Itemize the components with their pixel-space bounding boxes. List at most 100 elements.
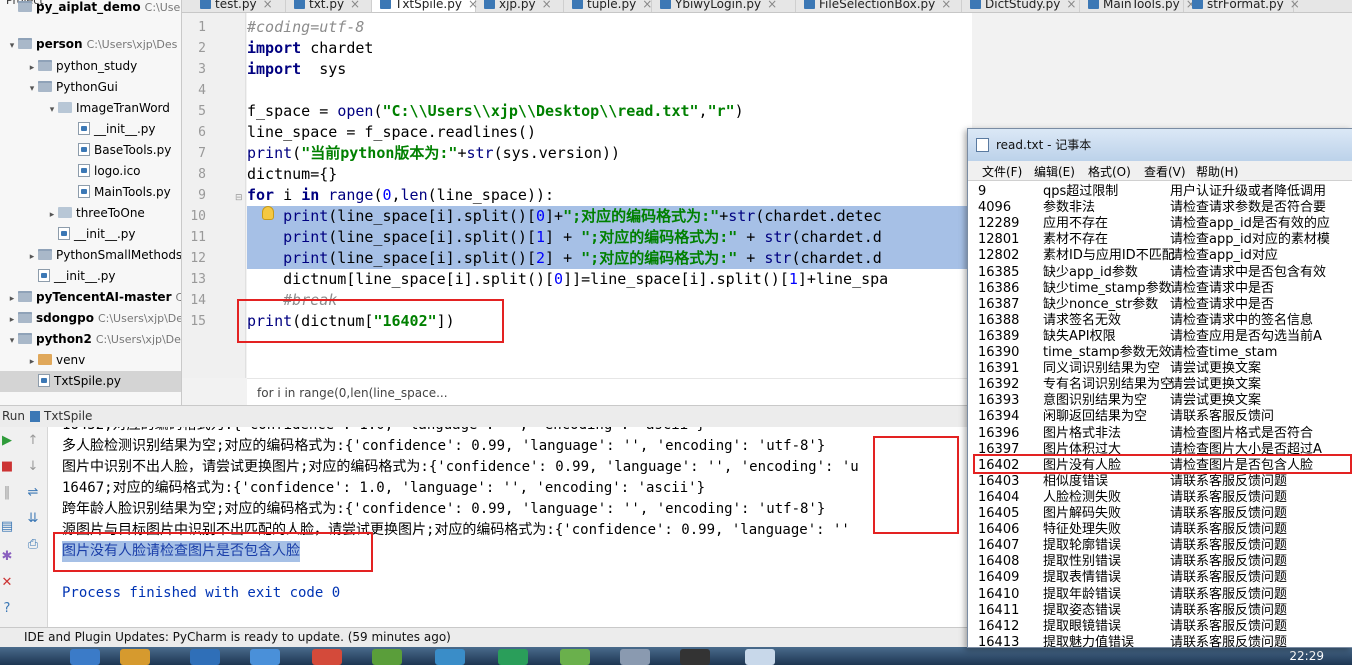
soft-wrap-icon[interactable]: ⇌ — [26, 486, 40, 499]
taskbar-app-icon[interactable] — [250, 649, 280, 665]
close-icon[interactable]: ✕ — [0, 576, 14, 589]
chevron-right-icon[interactable]: ▸ — [26, 247, 38, 268]
console-line[interactable]: 16452;对应的编码格式为:{'confidence': 1.0, 'lang… — [62, 427, 705, 436]
project-tree-item[interactable]: MainTools.py — [0, 182, 181, 203]
project-tree-item[interactable]: ▾ PythonGui — [0, 77, 181, 100]
stop-icon[interactable]: ■ — [0, 460, 14, 473]
down-arrow-icon[interactable]: ↓ — [26, 460, 40, 473]
close-tab-icon[interactable]: × — [350, 0, 360, 11]
code-line[interactable]: print(line_space[i].split()[0]+";对应的编码格式… — [247, 206, 972, 227]
console-line[interactable]: 图片中识别不出人脸，请尝试更换图片;对应的编码格式为:{'confidence'… — [62, 457, 859, 478]
project-tree-item[interactable]: ▸ sdongpo C:\Users\xjp\De — [0, 308, 181, 329]
editor-tab[interactable]: strFormat.py × — [1184, 0, 1300, 12]
project-tree-item[interactable]: ▸ venv — [0, 350, 181, 373]
rerun-icon[interactable]: ▶ — [0, 434, 14, 447]
project-tree-item[interactable]: ▾ person C:\Users\xjp\Des — [0, 34, 181, 57]
layout-icon[interactable]: ▤ — [0, 520, 14, 533]
editor-tab[interactable]: MainTools.py × — [1080, 0, 1196, 12]
console-line[interactable]: Process finished with exit code 0 — [62, 583, 340, 604]
chevron-right-icon[interactable]: ▸ — [6, 289, 18, 310]
run-console[interactable]: 16452;对应的编码格式为:{'confidence': 1.0, 'lang… — [48, 427, 972, 627]
code-line[interactable]: import chardet — [247, 38, 972, 59]
taskbar-app-icon[interactable] — [435, 649, 465, 665]
close-tab-icon[interactable]: × — [542, 0, 552, 11]
close-tab-icon[interactable]: × — [1290, 0, 1300, 11]
code-line[interactable]: print(line_space[i].split()[2] + ";对应的编码… — [247, 248, 972, 269]
taskbar-app-icon[interactable] — [190, 649, 220, 665]
project-tree-item[interactable]: TxtSpile.py — [0, 371, 181, 392]
project-tree-item[interactable]: ▸ threeToOne — [0, 203, 181, 226]
chevron-down-icon[interactable]: ▾ — [6, 331, 18, 352]
code-line[interactable]: dictnum={} — [247, 164, 972, 185]
project-tree-item[interactable]: logo.ico — [0, 161, 181, 182]
taskbar-app-icon[interactable] — [372, 649, 402, 665]
taskbar-app-icon[interactable] — [620, 649, 650, 665]
close-tab-icon[interactable]: × — [642, 0, 652, 11]
code-line[interactable]: dictnum[line_space[i].split()[0]]=line_s… — [247, 269, 972, 290]
system-clock[interactable]: 22:29 — [1289, 649, 1324, 663]
notepad-text-area[interactable]: 9 qps超过限制 用户认证升级或者降低调用 4096 参数非法 请检查请求参数是否符合要… — [968, 181, 1352, 649]
taskbar-app-icon[interactable] — [680, 649, 710, 665]
code-line[interactable]: print(line_space[i].split()[1] + ";对应的编码… — [247, 227, 972, 248]
chevron-down-icon[interactable]: ▾ — [6, 36, 18, 57]
editor-breadcrumb[interactable]: for i in range(0,len(line_space... — [247, 378, 972, 405]
chevron-down-icon[interactable]: ▾ — [46, 100, 58, 121]
close-tab-icon[interactable]: × — [941, 0, 951, 11]
close-tab-icon[interactable]: × — [263, 0, 273, 11]
notepad-menu-item[interactable]: 文件(F) — [982, 163, 1022, 180]
taskbar-app-icon[interactable] — [120, 649, 150, 665]
close-tab-icon[interactable]: × — [1066, 0, 1076, 11]
notepad-titlebar[interactable]: read.txt - 记事本 — [968, 129, 1352, 161]
editor-tab[interactable]: DictStudy.py × — [962, 0, 1080, 12]
print-icon[interactable]: ⎙ — [26, 538, 40, 551]
close-tab-icon[interactable]: × — [767, 0, 777, 11]
pause-icon[interactable]: ‖ — [0, 486, 14, 499]
taskbar-app-icon[interactable] — [70, 649, 100, 665]
notepad-menu-item[interactable]: 格式(O) — [1088, 163, 1131, 180]
editor-tab[interactable]: YbiwyLogin.py × — [652, 0, 796, 12]
console-line[interactable]: 多人脸检测识别结果为空;对应的编码格式为:{'confidence': 0.99… — [62, 436, 825, 457]
taskbar-app-icon[interactable] — [498, 649, 528, 665]
code-line[interactable]: line_space = f_space.readlines() — [247, 122, 972, 143]
taskbar-app-icon[interactable] — [560, 649, 590, 665]
code-line[interactable]: #coding=utf-8 — [247, 17, 972, 38]
chevron-down-icon[interactable]: ▾ — [26, 79, 38, 100]
chevron-right-icon[interactable]: ▸ — [46, 205, 58, 226]
project-tree-item[interactable]: __init__.py — [0, 266, 181, 287]
taskbar-app-icon[interactable] — [745, 649, 775, 665]
project-tree-item[interactable]: ▾ ImageTranWord — [0, 98, 181, 121]
project-tree-item[interactable]: ▾ python2 C:\Users\xjp\De — [0, 329, 181, 352]
settings-icon[interactable]: ✱ — [0, 550, 14, 563]
project-tree-item[interactable]: ▸ python_study — [0, 56, 181, 77]
console-line[interactable]: 16467;对应的编码格式为:{'confidence': 1.0, 'lang… — [62, 478, 705, 499]
editor-tab[interactable]: TxtSpile.py × — [372, 0, 478, 12]
code-line[interactable] — [247, 80, 972, 101]
code-line[interactable]: for i in range(0,len(line_space)): — [247, 185, 972, 206]
editor-tab[interactable]: test.py × — [192, 0, 286, 12]
project-tree-item[interactable]: __init__.py — [0, 224, 181, 245]
notepad-menu-item[interactable]: 编辑(E) — [1034, 163, 1075, 180]
code-line[interactable]: print("当前python版本为:"+str(sys.version)) — [247, 143, 972, 164]
editor-tab[interactable]: tuple.py × — [564, 0, 652, 12]
console-line[interactable]: 跨年龄人脸识别结果为空;对应的编码格式为:{'confidence': 0.99… — [62, 499, 825, 520]
project-tree-item[interactable]: py_aiplat_demoC:\Users — [0, 0, 181, 18]
fold-icon[interactable]: ⊟ — [235, 193, 243, 203]
chevron-right-icon[interactable]: ▸ — [26, 352, 38, 373]
notepad-menu-item[interactable]: 帮助(H) — [1196, 163, 1238, 180]
lightbulb-icon[interactable] — [262, 206, 274, 220]
up-arrow-icon[interactable]: ↑ — [26, 434, 40, 447]
taskbar-app-icon[interactable] — [312, 649, 342, 665]
code-line[interactable]: import sys — [247, 59, 972, 80]
notepad-menu-item[interactable]: 查看(V) — [1144, 163, 1186, 180]
editor-tab[interactable]: xjp.py × — [476, 0, 564, 12]
editor-tab[interactable]: txt.py × — [286, 0, 372, 12]
run-config-name[interactable]: TxtSpile — [44, 409, 92, 423]
help-icon[interactable]: ? — [0, 602, 14, 615]
project-tree-item[interactable]: __init__.py — [0, 119, 181, 140]
project-tree-item[interactable]: BaseTools.py — [0, 140, 181, 161]
project-tree-item[interactable]: ▸ PythonSmallMethods — [0, 245, 181, 268]
editor-tab[interactable]: FileSelectionBox.py × — [796, 0, 962, 12]
code-line[interactable]: f_space = open("C:\\Users\\xjp\\Desktop\… — [247, 101, 972, 122]
project-tree-item[interactable]: ▸pyTencentAI-masterC: — [0, 287, 181, 310]
scroll-end-icon[interactable]: ⇊ — [26, 512, 40, 525]
